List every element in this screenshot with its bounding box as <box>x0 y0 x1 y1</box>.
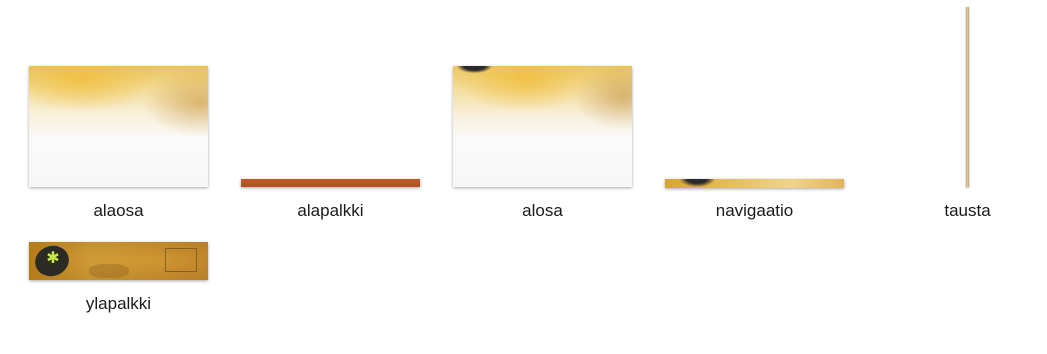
file-name-label[interactable]: ylapalkki <box>29 294 208 314</box>
file-name-label[interactable]: tausta <box>878 201 1047 221</box>
thumbnail-frame <box>165 248 197 272</box>
thumbnail-tausta[interactable] <box>966 7 969 187</box>
file-browser-view: alaosa alapalkki alosa navigaatio tausta… <box>0 0 1047 354</box>
thumbnail-alosa[interactable] <box>453 66 632 187</box>
file-name-label[interactable]: alapalkki <box>241 201 420 221</box>
file-name-label[interactable]: navigaatio <box>665 201 844 221</box>
file-name-label[interactable]: alosa <box>453 201 632 221</box>
thumbnail-ylapalkki[interactable]: ✱ <box>29 242 208 280</box>
file-name-label[interactable]: alaosa <box>29 201 208 221</box>
thumbnail-alaosa[interactable] <box>29 66 208 187</box>
thumbnail-navigaatio[interactable] <box>665 179 844 188</box>
thumbnail-stain <box>89 264 129 278</box>
logo-star-icon: ✱ <box>46 248 60 267</box>
thumbnail-alapalkki[interactable] <box>241 179 420 187</box>
